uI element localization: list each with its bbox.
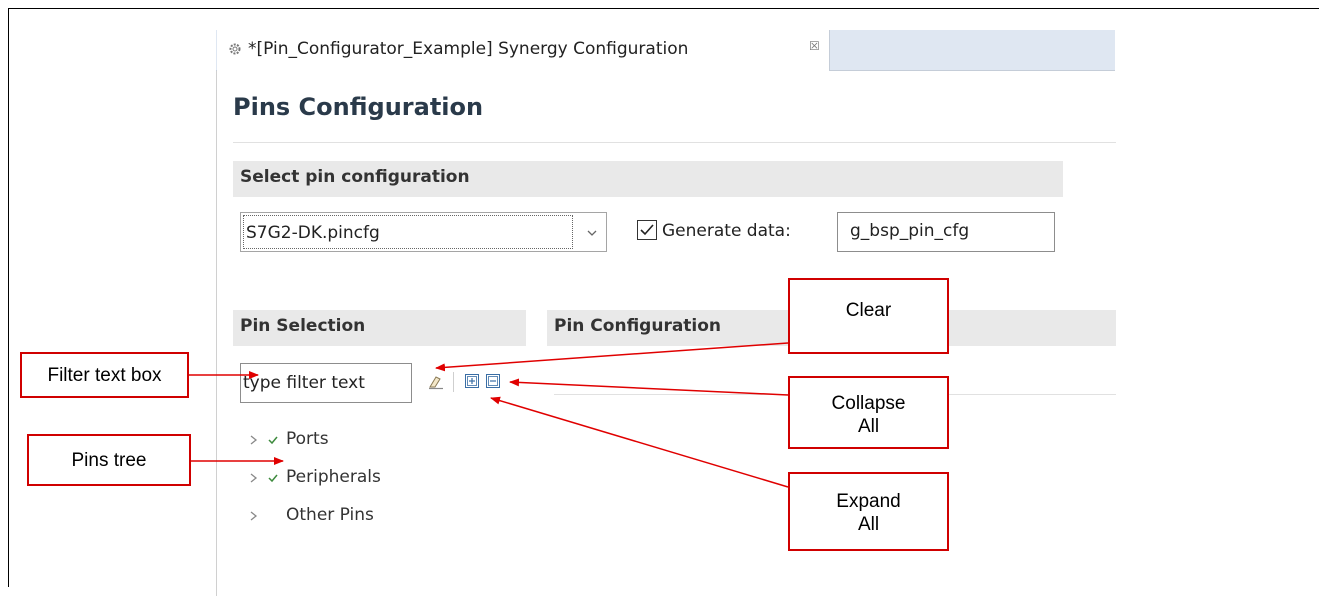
callout-pins-tree: Pins tree (27, 434, 191, 486)
expand-all-icon[interactable] (465, 374, 479, 388)
check-icon (268, 436, 278, 445)
generate-data-label: Generate data: (662, 221, 791, 241)
callout-expand-all: Expand All (788, 472, 949, 551)
generate-data-field[interactable]: g_bsp_pin_cfg (837, 212, 1055, 252)
callout-clear: Clear (788, 278, 949, 354)
tree-expand-icon[interactable] (249, 434, 259, 446)
check-icon (268, 474, 278, 483)
generate-data-checkbox[interactable] (637, 220, 657, 240)
eraser-icon[interactable] (427, 374, 445, 390)
toolbar-separator (453, 372, 454, 392)
title-divider (233, 142, 1116, 143)
close-icon[interactable]: ☒ (809, 39, 820, 53)
tree-expand-icon[interactable] (249, 472, 259, 484)
callout-text: Expand (836, 491, 901, 512)
callout-text: Filter text box (47, 365, 162, 386)
chevron-down-icon (587, 230, 597, 236)
collapse-all-icon[interactable] (486, 374, 500, 388)
callout-text: Collapse (831, 393, 906, 414)
combo-focus-ring: S7G2-DK.pincfg (243, 215, 573, 249)
editor-tab-bar: *[Pin_Configurator_Example] Synergy Conf… (216, 30, 1115, 71)
page-title: Pins Configuration (233, 93, 484, 121)
tree-item-label: Ports (286, 429, 329, 449)
callout-collapse-all: Collapse All (788, 376, 949, 449)
pin-configuration-select[interactable]: S7G2-DK.pincfg (240, 212, 607, 252)
tree-item-label: Other Pins (286, 505, 374, 525)
callout-text: Pins tree (71, 450, 147, 471)
section-heading: Pin Configuration (554, 316, 722, 336)
section-heading: Pin Selection (240, 316, 366, 336)
tab-synergy-configuration[interactable]: *[Pin_Configurator_Example] Synergy Conf… (217, 30, 830, 71)
callout-text: All (857, 514, 880, 535)
callout-text: Clear (845, 300, 892, 321)
callout-filter-text-box: Filter text box (20, 352, 189, 398)
select-pin-configuration-header: Select pin configuration (233, 161, 1063, 197)
editor-left-border (216, 30, 217, 596)
pin-selection-header: Pin Selection (233, 310, 526, 346)
checkbox-icon (640, 224, 654, 236)
synergy-configuration-editor: *[Pin_Configurator_Example] Synergy Conf… (216, 16, 1116, 596)
filter-input[interactable]: type filter text (240, 363, 412, 403)
callout-text: All (857, 416, 880, 437)
tree-expand-icon[interactable] (249, 510, 259, 522)
tree-item-label: Peripherals (286, 467, 381, 487)
gear-icon (229, 43, 241, 55)
section-heading: Select pin configuration (240, 167, 470, 187)
selected-config: S7G2-DK.pincfg (246, 223, 380, 243)
tab-label: *[Pin_Configurator_Example] Synergy Conf… (248, 39, 689, 59)
